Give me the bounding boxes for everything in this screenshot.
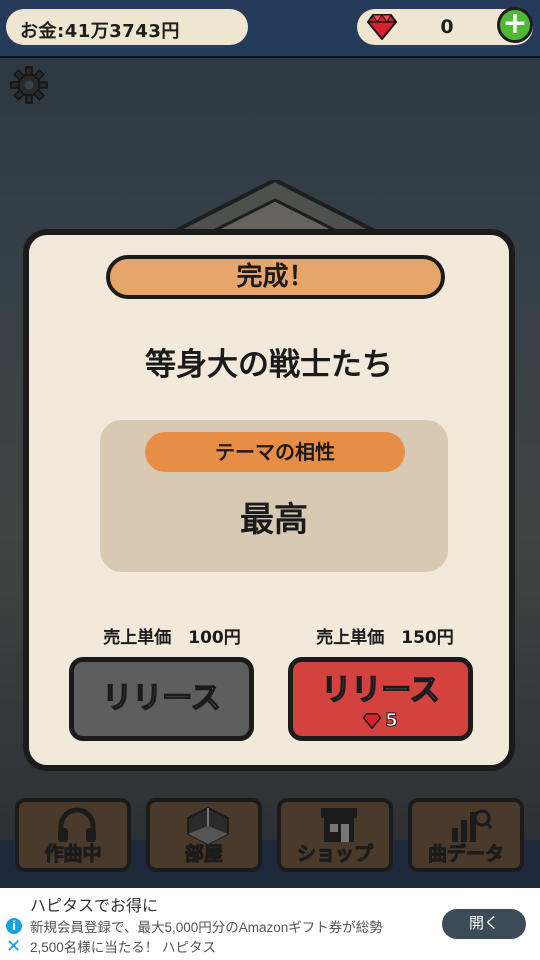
theme-compatibility-panel: テーマの相性 最高 (100, 420, 448, 572)
song-complete-dialog: 完成！ 等身大の戦士たち テーマの相性 最高 売上単価 100円 売上単価 15… (23, 229, 515, 771)
nav-composing-button[interactable]: 作曲中 (15, 798, 131, 872)
nav-composing-label: 作曲中 (44, 843, 102, 866)
nav-song-data-button[interactable]: 曲データ (408, 798, 524, 872)
gem-count: 0 (440, 16, 454, 38)
add-gems-button[interactable]: + (497, 7, 533, 43)
money-display: お金:41万3743円 (6, 9, 248, 45)
ad-body-line2: 2,500名様に当たる！ ハピタス (30, 940, 217, 955)
nav-song-data-label: 曲データ (427, 843, 504, 866)
dialog-title: 完成！ (106, 255, 445, 299)
release-premium-label: リリース (321, 673, 441, 708)
unit-price-label-standard: 売上単価 100円 (103, 628, 241, 648)
gem-display: 0 + (357, 7, 533, 45)
release-standard-button[interactable]: リリース (69, 657, 254, 741)
nav-room-label: 部屋 (184, 843, 223, 866)
release-standard-label: リリース (102, 680, 222, 717)
theme-compatibility-value: 最高 (240, 500, 308, 540)
song-title: 等身大の戦士たち (145, 347, 393, 383)
ad-banner[interactable]: i ✕ ハピタスでお得に 新規会員登録で、最大5,000円分のAmazonギフト… (0, 888, 540, 960)
ad-close-icon[interactable]: ✕ (6, 938, 21, 956)
gem-cost-value: 5 (385, 710, 398, 732)
gem-cost: 5 (363, 710, 398, 732)
ruby-gem-icon (367, 14, 397, 40)
nav-shop-label: ショップ (296, 843, 373, 866)
release-premium-button[interactable]: リリース 5 (288, 657, 473, 741)
theme-compatibility-label: テーマの相性 (145, 432, 405, 472)
ad-body-line1: 新規会員登録で、最大5,000円分のAmazonギフト券が総勢 (30, 920, 383, 935)
ad-title: ハピタスでお得に (30, 898, 159, 915)
top-bar: お金:41万3743円 0 + (0, 0, 540, 58)
unit-price-label-premium: 売上単価 150円 (316, 628, 454, 648)
nav-shop-button[interactable]: ショップ (277, 798, 393, 872)
ad-open-button[interactable]: 開く (442, 909, 526, 939)
nav-room-button[interactable]: 部屋 (146, 798, 262, 872)
ruby-gem-icon (363, 712, 382, 729)
money-text: お金:41万3743円 (20, 21, 180, 42)
ad-info-icon[interactable]: i (6, 918, 22, 934)
